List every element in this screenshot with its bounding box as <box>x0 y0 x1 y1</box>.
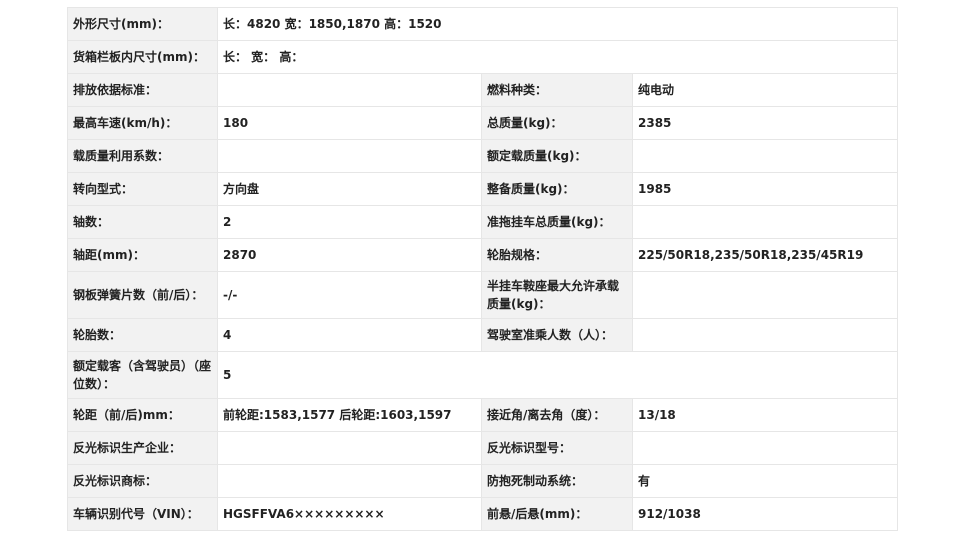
spec-value: 纯电动 <box>631 73 899 107</box>
spec-value <box>631 139 899 173</box>
spec-value: -/- <box>217 271 482 319</box>
spec-value <box>217 73 482 107</box>
spec-label: 轴数： <box>67 205 218 239</box>
spec-row: 载质量利用系数： 额定载质量(kg)： <box>67 139 899 173</box>
spec-label: 燃料种类： <box>481 73 633 107</box>
spec-value <box>217 139 482 173</box>
spec-value: 912/1038 <box>631 497 899 531</box>
spec-table-body: 外形尺寸(mm)： 长：4820 宽：1850,1870 高：1520 货箱栏板内尺… <box>67 7 899 531</box>
spec-row: 轮距（前/后)mm： 前轮距:1583,1577 后轮距:1603,1597 接近角… <box>67 398 899 432</box>
vehicle-spec-table: 外形尺寸(mm)： 长：4820 宽：1850,1870 高：1520 货箱栏板内尺… <box>67 7 899 531</box>
spec-value <box>217 431 482 465</box>
spec-value: 2 <box>217 205 482 239</box>
spec-label: 轮胎数： <box>67 318 218 352</box>
spec-label: 载质量利用系数： <box>67 139 218 173</box>
spec-value <box>631 271 899 319</box>
spec-label: 外形尺寸(mm)： <box>67 7 218 41</box>
spec-row: 反光标识生产企业： 反光标识型号： <box>67 431 899 465</box>
spec-row: 反光标识商标： 防抱死制动系统：有 <box>67 464 899 498</box>
spec-row: 轴距(mm)： 2870 轮胎规格： 225/50R18,235/50R18,235/… <box>67 238 899 272</box>
spec-row: 转向型式： 方向盘 整备质量(kg)： 1985 <box>67 172 899 206</box>
spec-label: 总质量(kg)： <box>481 106 633 140</box>
spec-value: 长： 宽： 高： <box>216 40 899 74</box>
spec-value: HGSFFVA6××××××××× <box>217 497 482 531</box>
spec-label: 反光标识生产企业： <box>67 431 218 465</box>
spec-row: 轴数： 2 准拖挂车总质量(kg)： <box>67 205 899 239</box>
spec-label: 前悬/后悬(mm)： <box>481 497 633 531</box>
spec-label: 反光标识型号： <box>481 431 633 465</box>
spec-row: 货箱栏板内尺寸(mm)： 长： 宽： 高： <box>67 40 899 74</box>
spec-value: 1985 <box>631 172 899 206</box>
spec-label: 排放依据标准： <box>67 73 218 107</box>
spec-label: 准拖挂车总质量(kg)： <box>481 205 633 239</box>
spec-label: 半挂车鞍座最大允许承载质量(kg)： <box>481 271 633 319</box>
spec-row: 最高车速(km/h)： 180 总质量(kg)： 2385 <box>67 106 899 140</box>
spec-value: 4 <box>217 318 482 352</box>
spec-label: 货箱栏板内尺寸(mm)： <box>67 40 218 74</box>
spec-label: 额定载客（含驾驶员）（座位数）： <box>67 351 218 399</box>
spec-value: 5 <box>216 351 899 399</box>
spec-label: 驾驶室准乘人数（人）： <box>481 318 633 352</box>
spec-value <box>631 205 899 239</box>
spec-label: 钢板弹簧片数（前/后）： <box>67 271 218 319</box>
spec-label: 转向型式： <box>67 172 218 206</box>
spec-label: 整备质量(kg)： <box>481 172 633 206</box>
vehicle-spec-page: 外形尺寸(mm)： 长：4820 宽：1850,1870 高：1520 货箱栏板内尺… <box>0 0 960 534</box>
spec-value: 有 <box>631 464 899 498</box>
spec-row: 轮胎数： 4 驾驶室准乘人数（人）： <box>67 318 899 352</box>
spec-value: 前轮距:1583,1577 后轮距:1603,1597 <box>217 398 482 432</box>
spec-label: 轮胎规格： <box>481 238 633 272</box>
spec-row: 排放依据标准： 燃料种类： 纯电动 <box>67 73 899 107</box>
spec-value <box>631 318 899 352</box>
spec-label: 车辆识别代号（VIN）： <box>67 497 218 531</box>
spec-row: 车辆识别代号（VIN）： HGSFFVA6××××××××× 前悬/后悬(mm)： 9… <box>67 497 899 531</box>
spec-value: 长：4820 宽：1850,1870 高：1520 <box>216 7 899 41</box>
spec-value: 13/18 <box>631 398 899 432</box>
spec-label: 防抱死制动系统： <box>481 464 633 498</box>
spec-label: 最高车速(km/h)： <box>67 106 218 140</box>
spec-label: 额定载质量(kg)： <box>481 139 633 173</box>
spec-value: 2385 <box>631 106 899 140</box>
spec-value: 方向盘 <box>217 172 482 206</box>
spec-label: 反光标识商标： <box>67 464 218 498</box>
spec-label: 接近角/离去角（度）： <box>481 398 633 432</box>
spec-value <box>217 464 482 498</box>
spec-value: 225/50R18,235/50R18,235/45R19 <box>631 238 899 272</box>
spec-row: 钢板弹簧片数（前/后）： -/- 半挂车鞍座最大允许承载质量(kg)： <box>67 271 899 319</box>
spec-value: 180 <box>217 106 482 140</box>
spec-value <box>631 431 899 465</box>
spec-label: 轴距(mm)： <box>67 238 218 272</box>
spec-row: 额定载客（含驾驶员）（座位数）： 5 <box>67 351 899 399</box>
spec-value: 2870 <box>217 238 482 272</box>
spec-label: 轮距（前/后)mm： <box>67 398 218 432</box>
spec-row: 外形尺寸(mm)： 长：4820 宽：1850,1870 高：1520 <box>67 7 899 41</box>
